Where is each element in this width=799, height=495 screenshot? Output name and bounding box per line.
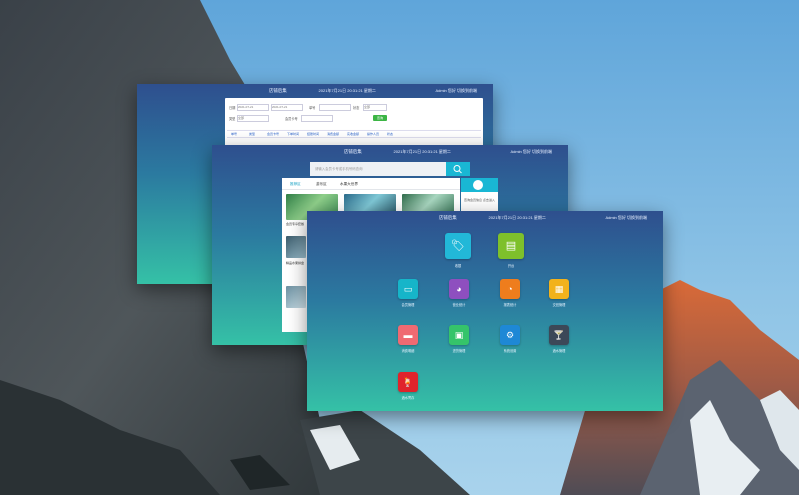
member-avatar-icon bbox=[473, 180, 483, 190]
window-title: 店铺后集 bbox=[268, 88, 287, 93]
pie-chart-icon: ◕ bbox=[449, 279, 469, 299]
app-purchase-management[interactable]: ▣ 进货管理 bbox=[439, 325, 479, 365]
card-icon: ▭ bbox=[398, 279, 418, 299]
orderno-input[interactable] bbox=[319, 104, 351, 111]
card-input[interactable] bbox=[301, 115, 333, 122]
status-label: 状态 bbox=[353, 106, 360, 110]
app-shift-management[interactable]: ▦ 交班管理 bbox=[539, 279, 579, 319]
status-select[interactable]: 全部 bbox=[363, 104, 387, 111]
col-header: 类型 bbox=[249, 132, 256, 136]
member-card[interactable]: 查询会员信息 点击进入 bbox=[461, 178, 498, 214]
app-drink-storage[interactable]: 🍹 酒水寄存 bbox=[388, 372, 428, 411]
window-date: 2021年7月21日 20:31:21 星期二 bbox=[488, 215, 546, 220]
member-search-input[interactable]: 请输入会员卡号或手机号码查询 bbox=[310, 162, 446, 176]
date-label: 日期 bbox=[229, 106, 236, 110]
window-titlebar: 店铺后集 2021年7月21日 20:31:21 星期二 Admin 您好 切换… bbox=[137, 84, 493, 98]
col-header: 下单时间 bbox=[287, 132, 300, 136]
window-titlebar: 店铺后集 2021年7月21日 20:31:21 星期二 Admin 您好 切换… bbox=[212, 145, 568, 159]
col-header: 操作人员 bbox=[367, 132, 380, 136]
product-image[interactable] bbox=[286, 286, 306, 308]
tab-play[interactable]: 游乐区 bbox=[316, 182, 327, 187]
col-header: 会员卡号 bbox=[267, 132, 280, 136]
date-start-input[interactable]: 2021-07-21 bbox=[237, 104, 269, 111]
window-user[interactable]: Admin 您好 切换到前端 bbox=[605, 215, 647, 221]
window-title: 店铺后集 bbox=[343, 149, 362, 154]
product-name: 精品水果拼盘 bbox=[286, 261, 305, 265]
window-title: 店铺后集 bbox=[438, 215, 457, 220]
type-label: 类型 bbox=[229, 117, 236, 121]
receipt-icon: ▬ bbox=[398, 325, 418, 345]
app-system-settings[interactable]: ⚙ 系统设置 bbox=[490, 325, 530, 365]
card-label: 会员卡号 bbox=[285, 117, 298, 121]
window-user[interactable]: Admin 您好 切换到前端 bbox=[510, 149, 552, 155]
search-icon bbox=[453, 165, 462, 174]
gear-icon: ⚙ bbox=[500, 325, 520, 345]
window-titlebar: 店铺后集 2021年7月21日 20:31:21 星期二 Admin 您好 切换… bbox=[307, 211, 663, 225]
result-header: 单号 类型 会员卡号 下单时间 结账时间 消费金额 实收金额 操作人员 状态 bbox=[227, 130, 481, 138]
app-member-management[interactable]: ▭ 会员管理 bbox=[388, 279, 428, 319]
tab-recommend[interactable]: 推荐区 bbox=[290, 182, 301, 187]
product-name: 会员专享套餐 bbox=[286, 222, 305, 226]
member-card-text: 查询会员信息 点击进入 bbox=[464, 198, 495, 202]
col-header: 结账时间 bbox=[307, 132, 320, 136]
tag-icon: 🏷 bbox=[445, 233, 471, 259]
orderno-label: 单号 bbox=[309, 106, 316, 110]
col-header: 实收金额 bbox=[347, 132, 360, 136]
date-end-input[interactable]: 2021-07-21 bbox=[271, 104, 303, 111]
search-button[interactable] bbox=[446, 162, 470, 176]
window-date: 2021年7月21日 20:31:21 星期二 bbox=[318, 88, 376, 93]
window-user[interactable]: Admin 您好 切换到前端 bbox=[435, 88, 477, 94]
cash-register-icon: ▤ bbox=[498, 233, 524, 259]
document-settings-icon: ▦ bbox=[549, 279, 569, 299]
col-header: 消费金额 bbox=[327, 132, 340, 136]
product-image[interactable] bbox=[286, 236, 306, 258]
document-gear-icon: ▣ bbox=[449, 325, 469, 345]
col-header: 状态 bbox=[387, 132, 394, 136]
window-main-dashboard[interactable]: 店铺后集 2021年7月21日 20:31:21 星期二 Admin 您好 切换… bbox=[307, 211, 663, 411]
cocktail-red-icon: 🍹 bbox=[398, 372, 418, 392]
pie-chart-alt-icon: ◔ bbox=[500, 279, 520, 299]
app-open-table[interactable]: ▤ 开台 bbox=[491, 233, 531, 273]
cocktail-icon: 🍸 bbox=[549, 325, 569, 345]
tab-fruit[interactable]: 水果大世界 bbox=[340, 182, 358, 187]
app-business-stats[interactable]: ◕ 营业统计 bbox=[439, 279, 479, 319]
col-header: 单号 bbox=[231, 132, 238, 136]
app-drink-management[interactable]: 🍸 酒水管理 bbox=[539, 325, 579, 365]
app-report-stats[interactable]: ◔ 报表统计 bbox=[490, 279, 530, 319]
type-select[interactable]: 全部 bbox=[237, 115, 269, 122]
window-date: 2021年7月21日 20:31:21 星期二 bbox=[393, 149, 451, 154]
app-consumption-detail[interactable]: ▬ 消费明细 bbox=[388, 325, 428, 365]
app-cashier[interactable]: 🏷 收银 bbox=[438, 233, 478, 273]
query-button[interactable]: 查询 bbox=[373, 115, 387, 121]
